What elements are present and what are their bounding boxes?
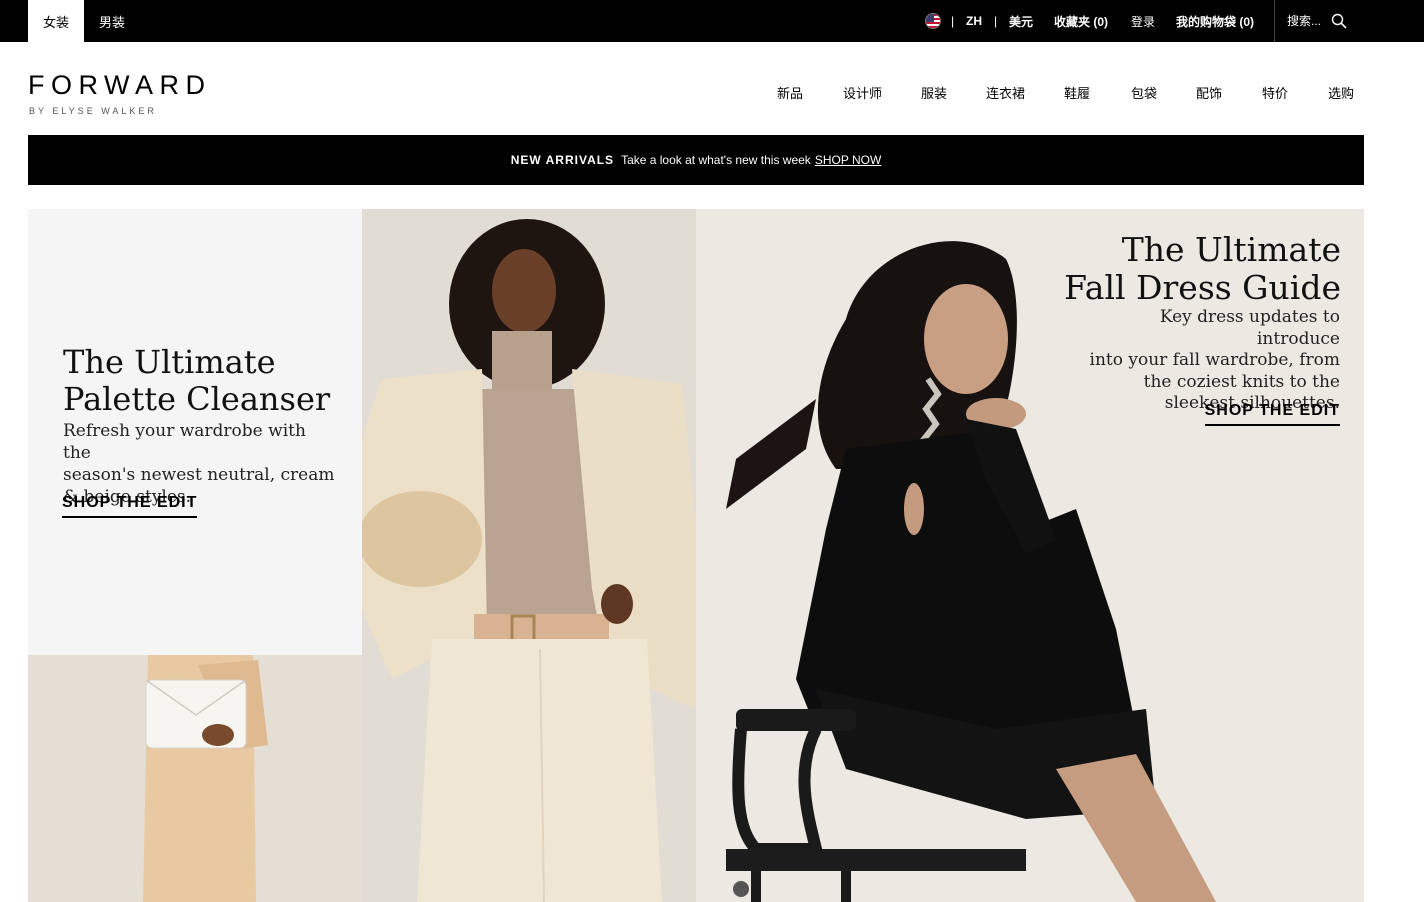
nav-item-shoes[interactable]: 鞋履 [1064, 83, 1090, 102]
hero-left-title-line: The Ultimate [63, 343, 276, 381]
hero-section: The Ultimate Palette Cleanser Refresh yo… [28, 209, 1364, 902]
hero-right-title-line: The Ultimate [1121, 230, 1341, 269]
nav-item-sale[interactable]: 特价 [1262, 83, 1288, 102]
hero-left-desc-line: season's newest neutral, cream [63, 465, 335, 485]
separator: | [951, 14, 955, 28]
promo-title: NEW ARRIVALS [510, 153, 615, 167]
us-flag-icon[interactable] [925, 13, 941, 29]
promo-banner: NEW ARRIVALS Take a look at what's new t… [28, 135, 1364, 185]
model-with-clutch-image [28, 655, 362, 902]
hero-left-photo[interactable] [28, 655, 362, 902]
search-icon[interactable] [1331, 13, 1347, 29]
currency-selector[interactable]: 美元 [1009, 0, 1033, 42]
search-box [1274, 0, 1424, 42]
hero-right-desc-line: into your fall wardrobe, from [1089, 350, 1340, 370]
top-utility-bar: 女装 男装 | ZH | 美元 收藏夹 (0) 登录 我的购物袋 (0) [0, 0, 1424, 42]
brand-logo[interactable]: FORWARD [28, 70, 212, 101]
hero-right-shop-the-edit-link[interactable]: SHOP THE EDIT [1204, 402, 1340, 426]
hero-right-title-line: Fall Dress Guide [1064, 268, 1341, 307]
hero-left-title: The Ultimate Palette Cleanser [63, 344, 353, 418]
promo-shop-now-link[interactable]: SHOP NOW [815, 153, 881, 167]
nav-item-clothing[interactable]: 服装 [921, 83, 947, 102]
nav-item-new[interactable]: 新品 [777, 83, 803, 102]
nav-item-dresses[interactable]: 连衣裙 [986, 83, 1025, 102]
hero-right-title: The Ultimate Fall Dress Guide [1041, 231, 1341, 307]
tab-men[interactable]: 男装 [84, 0, 140, 42]
hero-left-title-line: Palette Cleanser [63, 380, 331, 418]
model-in-cream-outfit-image [362, 209, 696, 902]
hero-left-desc-line: Refresh your wardrobe with the [63, 421, 306, 463]
hero-left-text-panel: The Ultimate Palette Cleanser Refresh yo… [28, 209, 362, 655]
cart-link[interactable]: 我的购物袋 (0) [1176, 0, 1254, 42]
promo-text: Take a look at what's new this week [621, 153, 811, 167]
nav-item-designers[interactable]: 设计师 [843, 83, 882, 102]
hero-left-shop-the-edit-link[interactable]: SHOP THE EDIT [62, 494, 198, 518]
nav-item-edits[interactable]: 选购 [1328, 83, 1354, 102]
nav-item-bags[interactable]: 包袋 [1131, 83, 1157, 102]
hero-right-desc-line: the coziest knits to the [1143, 371, 1340, 392]
hero-right-desc-line: Key dress updates to introduce [1159, 307, 1340, 349]
hero-right-panel[interactable]: The Ultimate Fall Dress Guide Key dress … [696, 209, 1364, 902]
hero-middle-photo[interactable] [362, 209, 696, 902]
login-link[interactable]: 登录 [1131, 0, 1155, 42]
wishlist-link[interactable]: 收藏夹 (0) [1054, 0, 1108, 42]
language-selector[interactable]: ZH [966, 0, 982, 42]
nav-item-accessories[interactable]: 配饰 [1196, 83, 1222, 102]
hero-right-description: Key dress updates to introduce into your… [1080, 307, 1340, 415]
separator: | [994, 14, 998, 28]
tab-women[interactable]: 女装 [28, 0, 84, 42]
brand-logo-sub: BY ELYSE WALKER [29, 106, 157, 116]
